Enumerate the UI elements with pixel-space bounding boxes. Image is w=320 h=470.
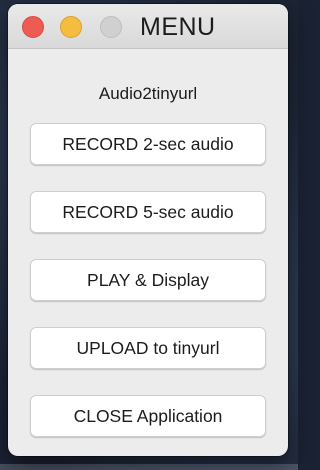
minimize-window-button[interactable] [60,16,82,38]
record-5-sec-button[interactable]: RECORD 5-sec audio [30,191,266,233]
upload-tinyurl-button[interactable]: UPLOAD to tinyurl [30,327,266,369]
window-titlebar[interactable]: MENU [8,4,288,49]
window-content: Audio2tinyurl RECORD 2-sec audio RECORD … [8,49,288,456]
desktop-taskbar-strip [0,464,298,470]
play-display-button[interactable]: PLAY & Display [30,259,266,301]
window-title: MENU [140,13,216,41]
menu-window: MENU Audio2tinyurl RECORD 2-sec audio RE… [8,4,288,456]
close-window-button[interactable] [22,16,44,38]
close-application-button[interactable]: CLOSE Application [30,395,266,437]
zoom-window-button[interactable] [100,16,122,38]
app-label: Audio2tinyurl [98,84,198,103]
record-2-sec-button[interactable]: RECORD 2-sec audio [30,123,266,165]
